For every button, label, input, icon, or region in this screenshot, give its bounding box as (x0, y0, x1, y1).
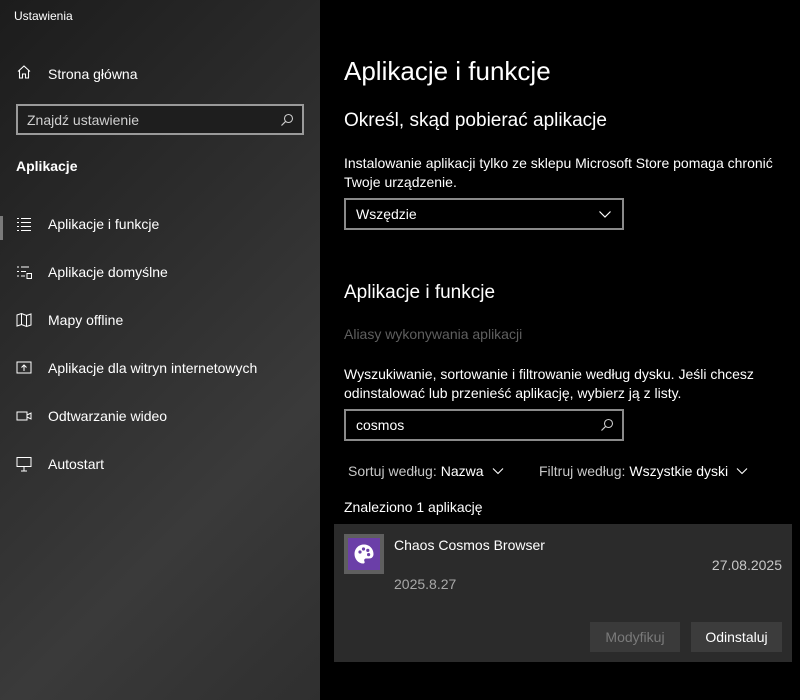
sidebar-item-label: Aplikacje i funkcje (48, 216, 160, 232)
sidebar-item-label: Aplikacje dla witryn internetowych (48, 360, 258, 376)
sidebar-item-offline-maps[interactable]: Mapy offline (0, 300, 320, 340)
home-icon (16, 64, 32, 85)
filter-label: Filtruj według: (539, 463, 626, 479)
filter-dropdown[interactable]: Filtruj według: Wszystkie dyski (539, 463, 748, 479)
sidebar-item-default-apps[interactable]: Aplikacje domyślne (0, 252, 320, 292)
startup-icon (16, 456, 32, 472)
map-icon (16, 312, 32, 328)
palette-icon (354, 544, 374, 564)
home-label: Strona główna (48, 66, 138, 82)
video-icon (16, 408, 32, 424)
apps-list-icon (16, 216, 32, 232)
chevron-down-icon (599, 211, 611, 218)
section-title: Aplikacje (16, 158, 78, 174)
app-source-value: Wszędzie (356, 206, 417, 222)
settings-search[interactable] (16, 104, 304, 135)
sidebar-item-label: Mapy offline (48, 312, 124, 328)
window-title: Ustawienia (14, 9, 73, 23)
sort-value: Nazwa (440, 463, 484, 479)
main-content: Aplikacje i funkcje Określ, skąd pobiera… (320, 0, 800, 700)
sort-label: Sortuj według: (348, 463, 437, 479)
sidebar-item-web-apps[interactable]: Aplikacje dla witryn internetowych (0, 348, 320, 388)
apps-description: Wyszukiwanie, sortowanie i filtrowanie w… (344, 366, 754, 401)
sidebar-item-label: Odtwarzanie wideo (48, 408, 168, 424)
uninstall-button[interactable]: Odinstaluj (691, 622, 782, 652)
sidebar-item-label: Autostart (48, 456, 105, 472)
filter-value: Wszystkie dyski (629, 463, 729, 479)
page-title: Aplikacje i funkcje (344, 56, 551, 86)
app-list-search[interactable] (344, 409, 624, 441)
results-count: Znaleziono 1 aplikację (344, 499, 483, 515)
sidebar-item-autostart[interactable]: Autostart (0, 444, 320, 484)
chevron-down-icon (492, 468, 503, 475)
app-install-date: 27.08.2025 (711, 557, 782, 573)
default-apps-icon (16, 264, 32, 280)
app-aliases-link[interactable]: Aliasy wykonywania aplikacji (344, 326, 522, 342)
source-heading: Określ, skąd pobierać aplikacje (344, 110, 607, 131)
web-apps-icon (16, 360, 32, 376)
app-search-input[interactable] (346, 417, 600, 433)
home-link[interactable]: Strona główna (16, 63, 138, 85)
search-icon[interactable] (600, 418, 614, 432)
chevron-down-icon (736, 468, 748, 475)
sidebar-item-apps-features[interactable]: Aplikacje i funkcje (0, 204, 320, 244)
app-source-dropdown[interactable]: Wszędzie (344, 198, 624, 230)
modify-button[interactable]: Modyfikuj (590, 622, 680, 652)
app-icon (344, 534, 384, 574)
app-version: 2025.8.27 (394, 576, 457, 592)
sidebar-item-video-playback[interactable]: Odtwarzanie wideo (0, 396, 320, 436)
settings-search-input[interactable] (18, 111, 280, 128)
sort-dropdown[interactable]: Sortuj według: Nazwa (348, 463, 504, 479)
apps-heading: Aplikacje i funkcje (344, 282, 496, 303)
sidebar-item-label: Aplikacje domyślne (48, 264, 168, 280)
sidebar: Ustawienia Strona główna Aplikacje Aplik… (0, 0, 320, 700)
app-name: Chaos Cosmos Browser (394, 537, 545, 553)
app-list-item[interactable]: Chaos Cosmos Browser 27.08.2025 2025.8.2… (334, 524, 792, 662)
search-icon[interactable] (280, 113, 294, 127)
source-description: Instalowanie aplikacji tylko ze sklepu M… (344, 155, 773, 190)
